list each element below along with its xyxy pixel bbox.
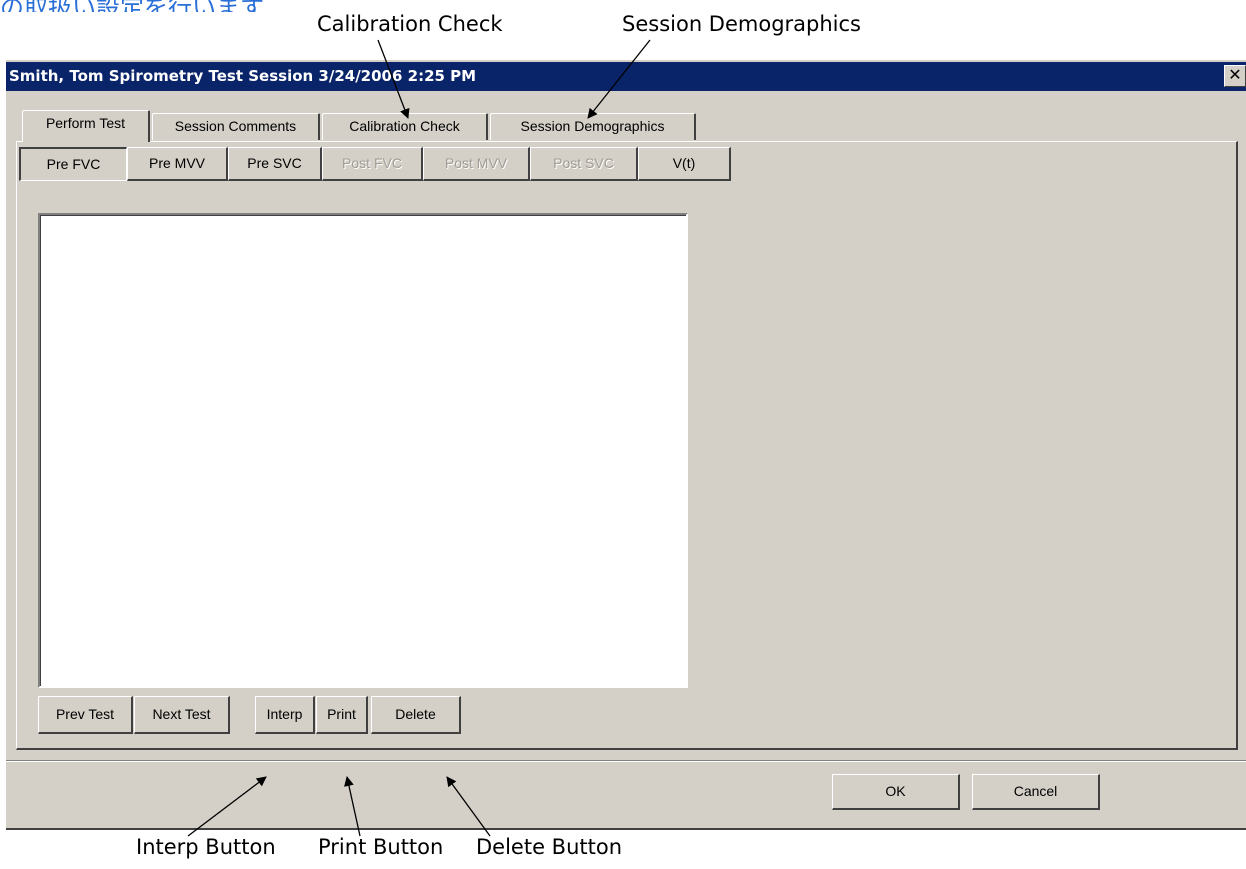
callout-session-demographics: Session Demographics bbox=[622, 12, 861, 36]
prev-test-button[interactable]: Prev Test bbox=[38, 696, 133, 734]
tab-calibration-check[interactable]: Calibration Check bbox=[322, 113, 488, 140]
next-test-button[interactable]: Next Test bbox=[134, 696, 230, 734]
delete-button[interactable]: Delete bbox=[371, 696, 461, 734]
spirometry-session-dialog: Smith, Tom Spirometry Test Session 3/24/… bbox=[6, 60, 1246, 830]
ok-button[interactable]: OK bbox=[832, 774, 960, 810]
cancel-button[interactable]: Cancel bbox=[972, 774, 1100, 810]
footer-separator bbox=[6, 760, 1246, 762]
title-bar: Smith, Tom Spirometry Test Session 3/24/… bbox=[6, 62, 1246, 91]
tab-perform-test[interactable]: Perform Test bbox=[22, 110, 150, 142]
subtab-pre-svc[interactable]: Pre SVC bbox=[228, 147, 322, 181]
tab-session-comments[interactable]: Session Comments bbox=[152, 113, 320, 140]
callout-print-button: Print Button bbox=[318, 835, 444, 859]
subtab-post-mvv: Post MVV bbox=[423, 147, 530, 181]
print-button[interactable]: Print bbox=[316, 696, 368, 734]
callout-delete-button: Delete Button bbox=[476, 835, 623, 859]
callout-calibration-check: Calibration Check bbox=[317, 12, 503, 36]
tab-session-demographics[interactable]: Session Demographics bbox=[490, 113, 696, 140]
subtab-post-fvc: Post FVC bbox=[322, 147, 423, 181]
test-graph-area bbox=[38, 213, 688, 688]
window-title: Smith, Tom Spirometry Test Session 3/24/… bbox=[9, 67, 477, 85]
subtab-pre-fvc[interactable]: Pre FVC bbox=[19, 147, 127, 181]
interp-button[interactable]: Interp bbox=[255, 696, 315, 734]
close-icon: ✕ bbox=[1228, 65, 1242, 84]
page-heading-fragment: の取扱い設定を行います bbox=[0, 0, 380, 12]
subtab-post-svc: Post SVC bbox=[530, 147, 638, 181]
close-button[interactable]: ✕ bbox=[1224, 65, 1246, 87]
subtab-vt[interactable]: V(t) bbox=[638, 147, 731, 181]
callout-interp-button: Interp Button bbox=[136, 835, 276, 859]
dialog-bottom-edge bbox=[6, 828, 1246, 830]
subtab-pre-mvv[interactable]: Pre MVV bbox=[127, 147, 228, 181]
